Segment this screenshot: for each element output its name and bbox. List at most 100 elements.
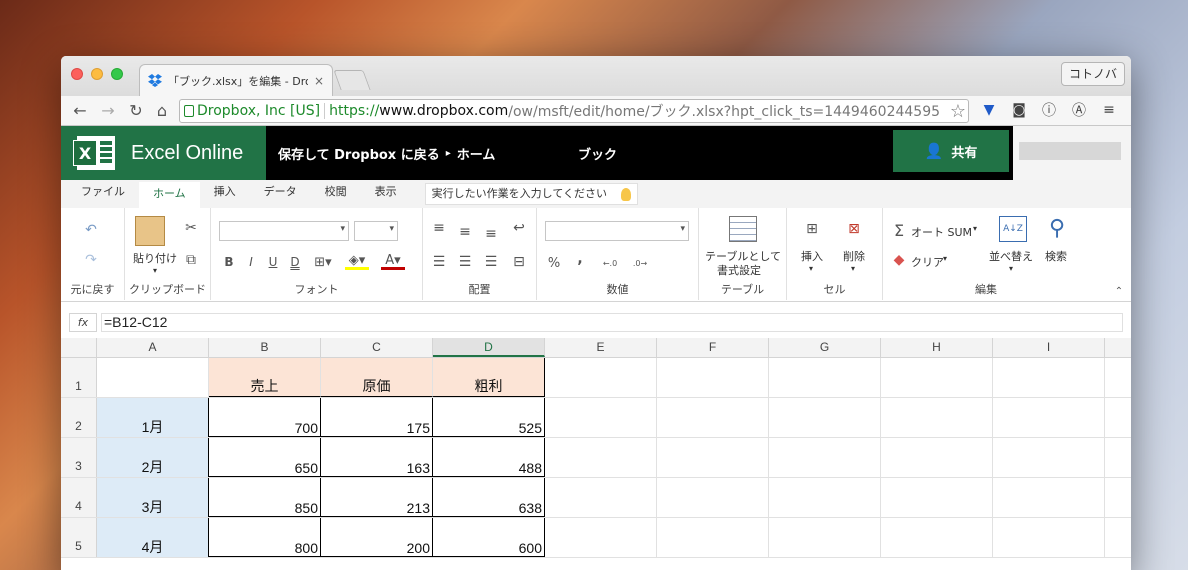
column-header[interactable]: C <box>321 338 433 357</box>
search-icon[interactable]: ⚲ <box>1043 214 1071 242</box>
cell-b5[interactable]: 800 <box>209 518 321 557</box>
cell[interactable] <box>881 518 993 557</box>
sort-icon[interactable]: A↓Z <box>999 216 1027 242</box>
tab-view[interactable]: 表示 <box>361 180 411 208</box>
paste-label[interactable]: 貼り付け <box>133 250 177 266</box>
address-bar[interactable]: Dropbox, Inc [US] https://www.dropbox.co… <box>179 99 969 123</box>
wrap-text-icon[interactable]: ↩ <box>511 220 527 236</box>
percent-button[interactable]: % <box>545 254 563 272</box>
select-all-corner[interactable] <box>61 338 97 357</box>
align-top-icon[interactable]: ≡ <box>431 220 447 236</box>
cell[interactable] <box>545 438 657 477</box>
cell[interactable] <box>657 478 769 517</box>
collapse-ribbon-icon[interactable]: ⌃ <box>1113 285 1125 297</box>
align-bottom-icon[interactable]: ≡ <box>483 226 499 242</box>
find-label[interactable]: 検索 <box>1045 248 1067 264</box>
align-center-icon[interactable]: ☰ <box>457 254 473 270</box>
cell-d3[interactable]: 488 <box>433 438 545 477</box>
profile-button[interactable]: コトノバ <box>1060 62 1125 86</box>
align-left-icon[interactable]: ☰ <box>431 254 447 270</box>
cell[interactable] <box>769 478 881 517</box>
tab-file[interactable]: ファイル <box>67 180 139 208</box>
tab-review[interactable]: 校閲 <box>311 180 361 208</box>
back-to-dropbox-link[interactable]: 保存して Dropbox に戻る <box>278 144 440 163</box>
column-header[interactable]: I <box>993 338 1105 357</box>
sort-label[interactable]: 並べ替え <box>989 248 1033 264</box>
tab-data[interactable]: データ <box>250 180 311 208</box>
cell-a1[interactable] <box>97 358 209 397</box>
home-link[interactable]: ホーム <box>457 144 496 163</box>
undo-icon[interactable]: ↶ <box>81 220 101 240</box>
vivaldi-extension-icon[interactable]: ▼ <box>979 100 999 120</box>
function-icon[interactable]: fx <box>69 313 97 332</box>
cell[interactable] <box>545 478 657 517</box>
tell-me-box[interactable]: 実行したい作業を入力してください <box>424 183 639 205</box>
clear-dropdown-icon[interactable]: ▾ <box>943 254 947 263</box>
column-header[interactable]: H <box>881 338 993 357</box>
cell-d5[interactable]: 600 <box>433 518 545 557</box>
cell-a3[interactable]: 2月 <box>97 438 209 477</box>
cell-d1[interactable]: 粗利 <box>433 358 545 397</box>
share-button[interactable]: 👤 共有 <box>893 130 1009 172</box>
cell-c2[interactable]: 175 <box>321 398 433 437</box>
row-header[interactable]: 1 <box>61 358 97 397</box>
tab-close-icon[interactable]: × <box>314 74 324 88</box>
copy-icon[interactable]: ⧉ <box>183 252 199 268</box>
new-tab-button[interactable] <box>333 70 371 90</box>
autosum-dropdown-icon[interactable]: ▾ <box>973 224 977 233</box>
column-header[interactable]: F <box>657 338 769 357</box>
decrease-decimal-icon[interactable]: .0→ <box>629 254 651 272</box>
close-window-button[interactable] <box>71 68 83 80</box>
row-header[interactable]: 3 <box>61 438 97 477</box>
font-size-combo[interactable] <box>354 221 398 241</box>
cell[interactable] <box>657 518 769 557</box>
formula-input[interactable]: =B12-C12 <box>101 313 1123 332</box>
browser-tab[interactable]: 「ブック.xlsx」を編集 - Drop × <box>139 64 333 96</box>
excel-logo[interactable]: X Excel Online <box>61 126 266 180</box>
cell[interactable] <box>769 438 881 477</box>
cell-d4[interactable]: 638 <box>433 478 545 517</box>
cell[interactable] <box>993 518 1105 557</box>
align-middle-icon[interactable]: ≡ <box>457 224 473 240</box>
format-as-table-label-2[interactable]: 書式設定 <box>717 262 761 278</box>
cell-a2[interactable]: 1月 <box>97 398 209 437</box>
cell-a4[interactable]: 3月 <box>97 478 209 517</box>
bold-button[interactable]: B <box>221 254 237 270</box>
double-underline-button[interactable]: D <box>287 254 303 270</box>
abp-icon[interactable]: Ⓐ <box>1069 100 1089 120</box>
insert-dropdown-icon[interactable]: ▾ <box>809 264 813 273</box>
cell-b2[interactable]: 700 <box>209 398 321 437</box>
forward-arrow-icon[interactable]: → <box>97 101 119 120</box>
row-header[interactable]: 2 <box>61 398 97 437</box>
cell[interactable] <box>881 438 993 477</box>
insert-cells-icon[interactable]: ⊞ <box>799 216 825 242</box>
cell[interactable] <box>657 438 769 477</box>
column-header[interactable]: E <box>545 338 657 357</box>
font-color-icon[interactable]: A▾ <box>381 253 405 270</box>
back-arrow-icon[interactable]: ← <box>69 101 91 120</box>
cell-b3[interactable]: 650 <box>209 438 321 477</box>
column-header-selected[interactable]: D <box>433 338 545 357</box>
cell[interactable] <box>545 398 657 437</box>
borders-icon[interactable]: ⊞▾ <box>311 254 335 270</box>
cell[interactable] <box>545 358 657 397</box>
cell[interactable] <box>993 478 1105 517</box>
cell[interactable] <box>545 518 657 557</box>
font-name-combo[interactable] <box>219 221 349 241</box>
eraser-icon[interactable]: ◆ <box>891 252 907 268</box>
cell-c3[interactable]: 163 <box>321 438 433 477</box>
format-as-table-icon[interactable] <box>729 216 757 242</box>
cut-icon[interactable]: ✂ <box>183 220 199 236</box>
cell[interactable] <box>993 398 1105 437</box>
cell-b4[interactable]: 850 <box>209 478 321 517</box>
cell[interactable] <box>881 358 993 397</box>
cell[interactable] <box>993 438 1105 477</box>
minimize-window-button[interactable] <box>91 68 103 80</box>
row-header[interactable]: 4 <box>61 478 97 517</box>
row-header[interactable]: 5 <box>61 518 97 557</box>
cell-b1[interactable]: 売上 <box>209 358 321 397</box>
insert-label[interactable]: 挿入 <box>801 248 823 264</box>
cell-c1[interactable]: 原価 <box>321 358 433 397</box>
cell[interactable] <box>657 358 769 397</box>
comma-button[interactable]: , <box>571 250 589 268</box>
